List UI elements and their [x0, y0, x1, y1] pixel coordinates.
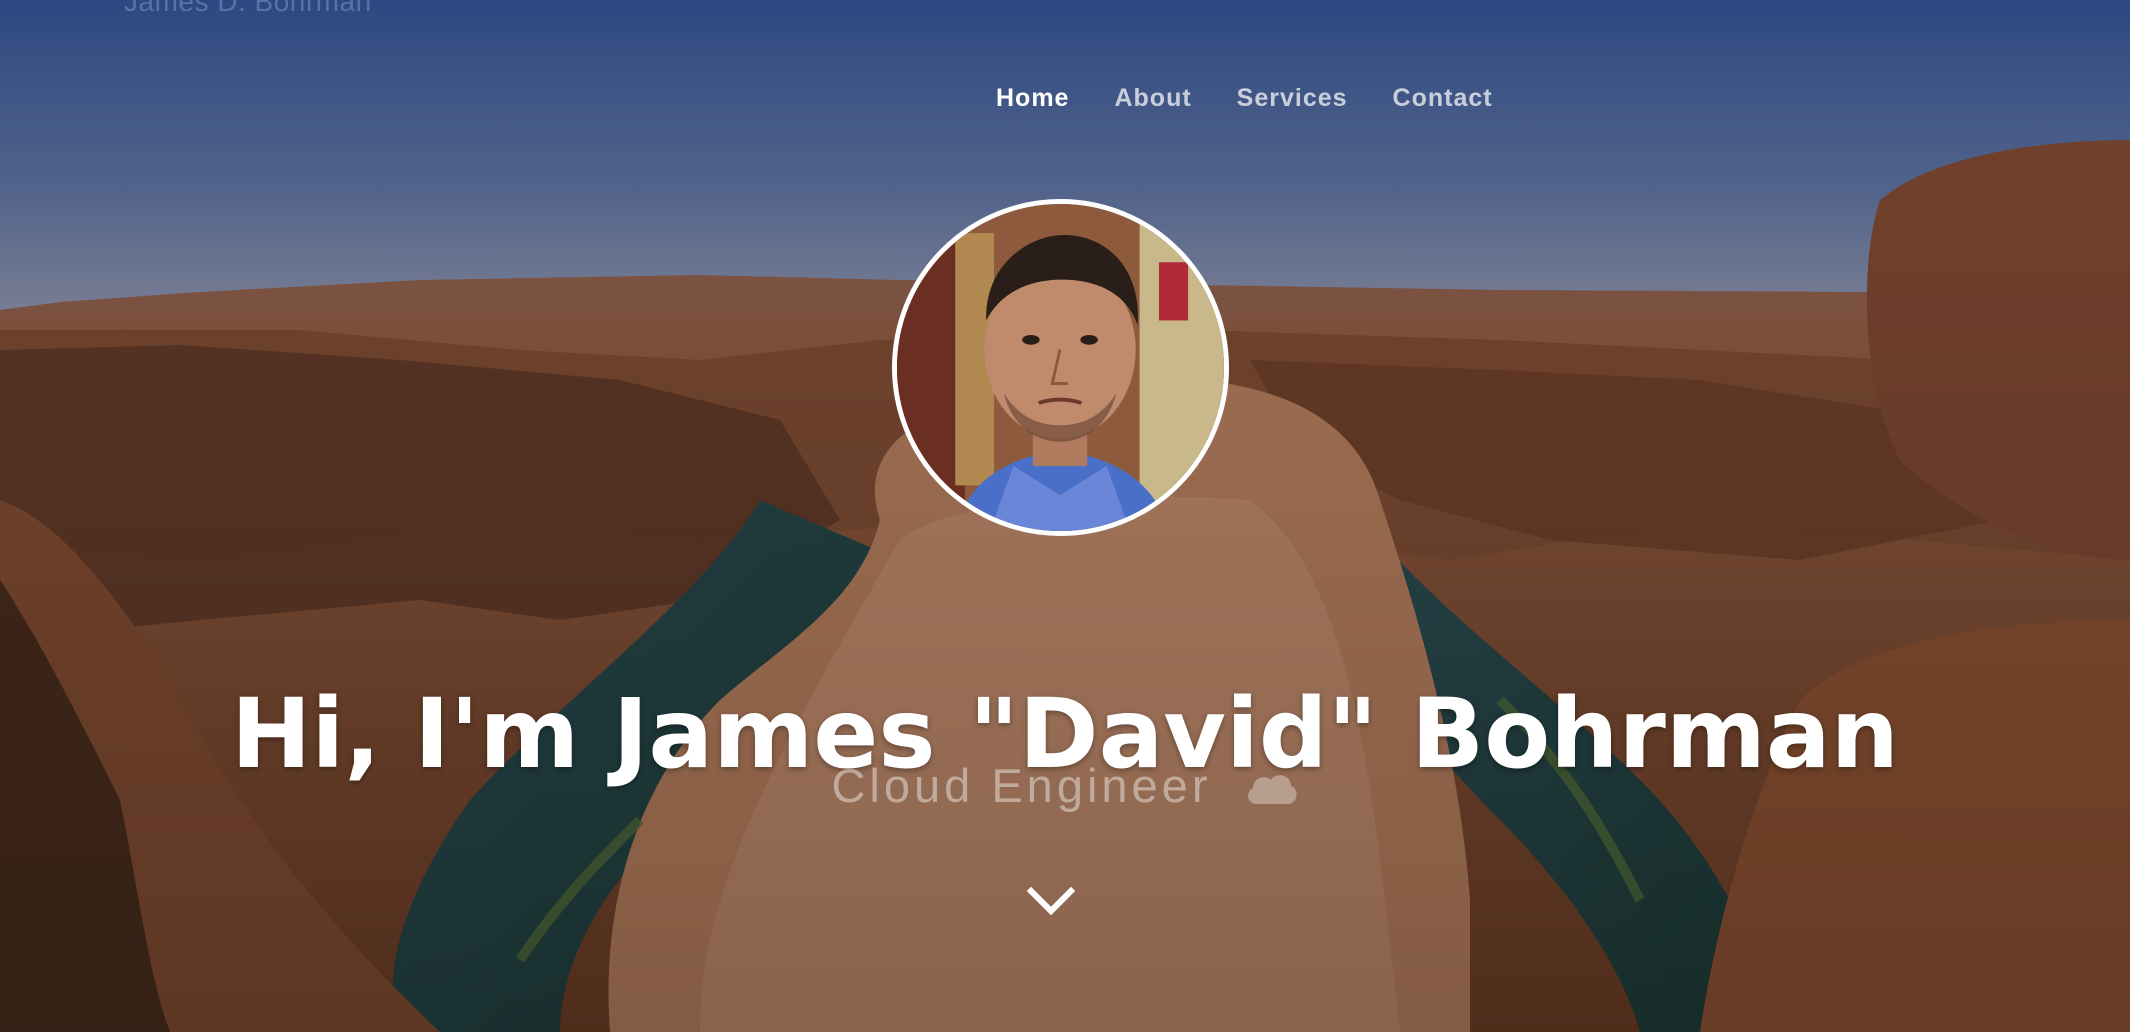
- chevron-down-icon[interactable]: [1026, 884, 1076, 920]
- hero-subtitle-text: Cloud Engineer: [831, 759, 1212, 812]
- nav-item-about[interactable]: About: [1114, 84, 1191, 113]
- nav-item-home[interactable]: Home: [996, 84, 1069, 113]
- profile-photo: [897, 204, 1224, 531]
- nav-item-services[interactable]: Services: [1237, 84, 1348, 113]
- cloud-icon: [1243, 762, 1299, 817]
- avatar: [892, 199, 1229, 536]
- hero-section: James D. Bohrman Home About Services Con…: [0, 0, 2130, 1032]
- main-nav: Home About Services Contact: [996, 84, 1493, 113]
- nav-item-contact[interactable]: Contact: [1393, 84, 1493, 113]
- brand-name[interactable]: James D. Bohrman: [124, 0, 372, 18]
- hero-subtitle: Cloud Engineer: [0, 758, 2130, 817]
